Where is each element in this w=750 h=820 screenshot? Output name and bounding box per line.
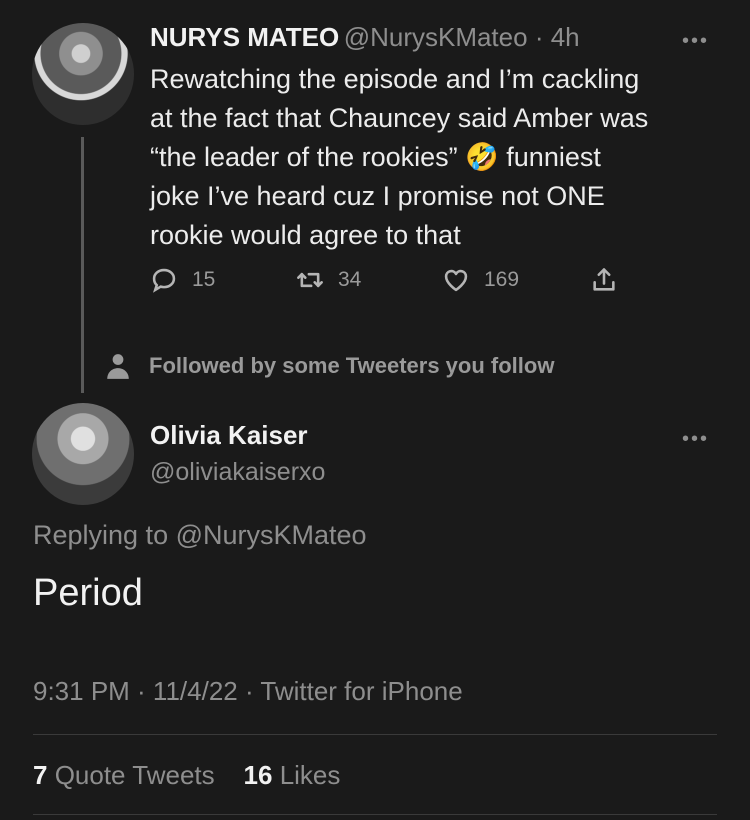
tweet-stats: 7 Quote Tweets 16 Likes [33,760,340,791]
avatar-nurys[interactable] [32,23,134,125]
divider [33,734,717,735]
divider-bottom [33,814,717,815]
replying-prefix: Replying to [33,520,176,550]
likes-label: Likes [272,760,341,790]
followed-by-notice: Followed by some Tweeters you follow [105,352,554,380]
likes-link[interactable]: 16 Likes [244,760,341,790]
author-handle[interactable]: @NurysKMateo [344,22,528,52]
quote-tweets-link[interactable]: 7 Quote Tweets [33,760,215,790]
tweet-time[interactable]: 4h [551,22,580,52]
quote-tweets-count: 7 [33,760,48,790]
share-button[interactable] [590,266,618,294]
tweet-text-line: rookie would agree to that [150,220,461,250]
tweet-text-line: joke I’ve heard cuz I promise not ONE [150,181,605,211]
tweet-text: Rewatching the episode and I’m cackling … [150,60,730,255]
followed-by-text: Followed by some Tweeters you follow [149,353,555,378]
reply-count: 15 [192,268,216,291]
avatar-olivia[interactable] [32,403,134,505]
heart-icon [444,269,468,292]
replying-to-handle[interactable]: @NurysKMateo [176,520,367,550]
retweet-count: 34 [338,268,362,291]
thread-line [81,137,84,393]
person-icon [107,354,129,379]
like-button[interactable]: 169 [442,266,519,294]
author-name[interactable]: NURYS MATEO [150,22,339,52]
likes-count: 16 [243,760,273,790]
speech-bubble-icon [152,268,176,293]
reply-author-name[interactable]: Olivia Kaiser [150,420,308,451]
reply-text: Period [33,572,143,614]
reply-author-handle[interactable]: @oliviakaiserxo [150,458,325,487]
more-options-icon[interactable]: ••• [682,30,709,53]
retweet-icon [297,272,323,288]
tweet-actions: 15 34 169 [150,266,630,302]
quote-tweets-label: Quote Tweets [47,760,215,790]
tweet-meta[interactable]: 9:31 PM · 11/4/22 · Twitter for iPhone [33,676,463,707]
separator: · [527,22,551,52]
tweet-header: NURYS MATEO @NurysKMateo · 4h [150,22,580,53]
retweet-button[interactable]: 34 [296,266,361,294]
tweet-text-line: Rewatching the episode and I’m cackling [150,64,640,94]
reply-more-options-icon[interactable]: ••• [682,428,709,451]
tweet-text-line: “the leader of the rookies” 🤣 funniest [150,142,601,172]
tweet-text-line: at the fact that Chauncey said Amber was [150,103,649,133]
share-icon [593,268,615,291]
like-count: 169 [484,268,520,291]
reply-button[interactable]: 15 [150,266,215,294]
replying-to: Replying to @NurysKMateo [33,520,367,551]
